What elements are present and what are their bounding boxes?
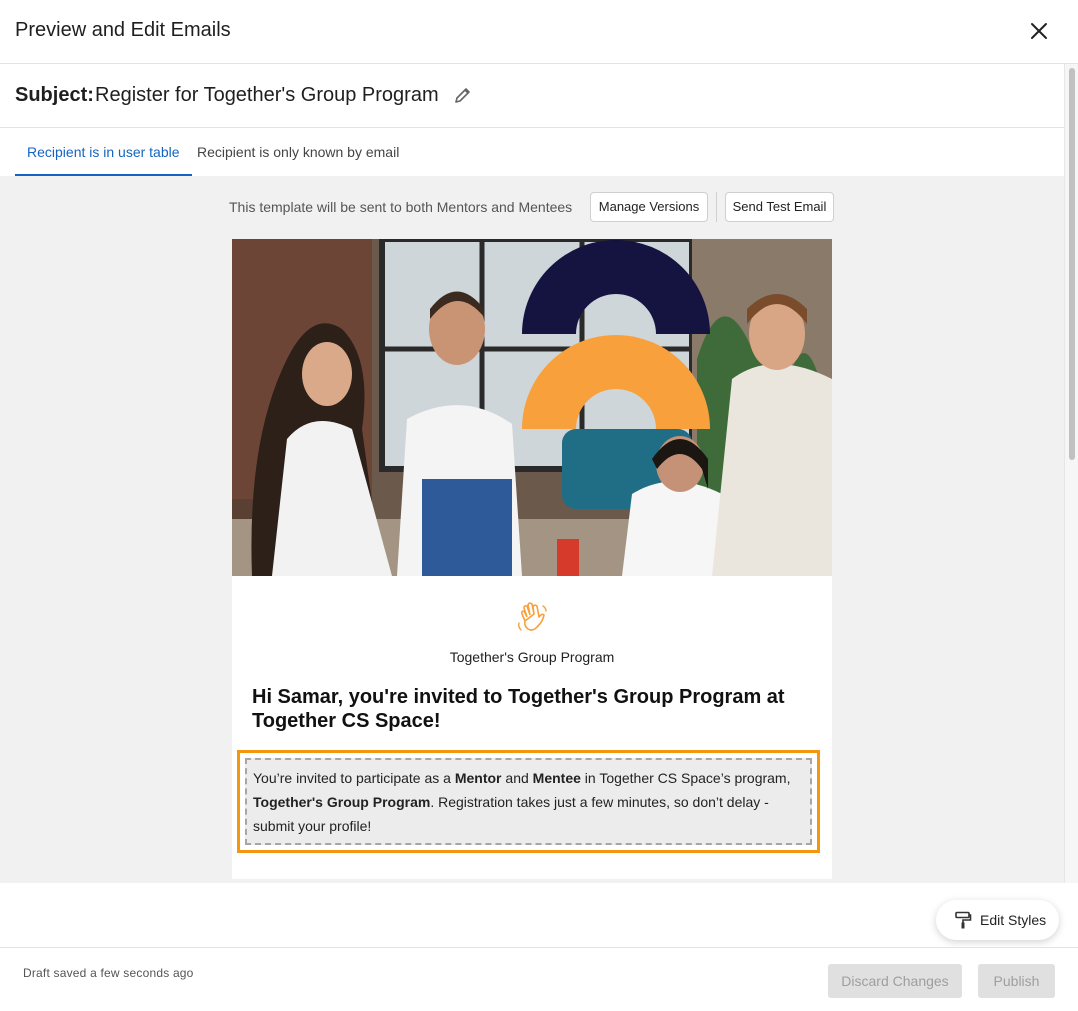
scrollbar[interactable] [1064,64,1078,883]
scrollbar-thumb[interactable] [1069,68,1075,460]
body-text-1: You’re invited to participate as a [253,770,455,786]
subject-text: Register for Together's Group Program [95,84,439,106]
selected-body-block[interactable]: You’re invited to participate as a Mento… [237,750,820,853]
tab-recipient-email-only[interactable]: Recipient is only known by email [185,128,411,176]
body-text-2: and [501,770,533,786]
body-text-3: in Together CS Space’s program, [580,770,791,786]
email-heading: Hi Samar, you're invited to Together's G… [252,686,785,732]
hero-image [232,239,832,576]
edit-subject-pencil-icon[interactable] [453,85,473,105]
body-program-name: Together's Group Program [253,794,431,810]
discard-changes-button[interactable]: Discard Changes [828,964,962,998]
email-body-text[interactable]: You’re invited to participate as a Mento… [245,758,812,845]
waving-hand-icon [516,601,548,635]
preview-edit-emails-dialog: Preview and Edit Emails Subject: Registe… [0,0,1078,1011]
close-icon[interactable] [1026,18,1052,44]
subject-label: Subject: [15,84,94,106]
dialog-header: Preview and Edit Emails [0,0,1078,64]
role-mentee: Mentee [532,770,581,786]
dialog-footer: Draft saved a few seconds ago Discard Ch… [0,947,1078,1011]
subject-row: Subject: Register for Together's Group P… [0,64,1064,128]
tab-recipient-user-table[interactable]: Recipient is in user table [15,128,192,176]
dialog-title: Preview and Edit Emails [15,19,231,41]
email-preview: Together's Group Program Hi Samar, you'r… [232,239,832,879]
toolbar-divider [716,192,717,222]
send-test-email-button[interactable]: Send Test Email [725,192,834,222]
email-preview-area: This template will be sent to both Mento… [0,176,1064,883]
draft-status: Draft saved a few seconds ago [23,966,194,980]
edit-styles-label: Edit Styles [980,912,1047,928]
program-name: Together's Group Program [449,649,615,665]
publish-button[interactable]: Publish [978,964,1055,998]
manage-versions-button[interactable]: Manage Versions [590,192,708,222]
edit-styles-button[interactable]: Edit Styles [936,900,1059,940]
template-audience-text: This template will be sent to both Mento… [229,199,573,215]
recipient-tabs: Recipient is in user table Recipient is … [0,128,1064,176]
paint-roller-icon [954,911,972,929]
role-mentor: Mentor [454,770,502,786]
